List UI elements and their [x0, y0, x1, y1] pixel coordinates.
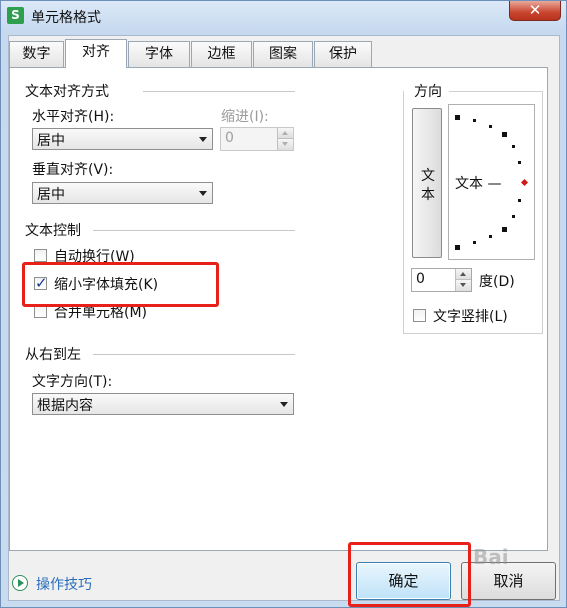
vertical-text-button[interactable]: 文 本: [412, 108, 442, 258]
group-divider: [93, 230, 295, 231]
wrap-text-checkbox[interactable]: [34, 249, 47, 262]
text-direction-label: 文字方向(T):: [32, 374, 113, 390]
dial-dot: [473, 119, 476, 122]
tab-alignment[interactable]: 对齐: [65, 39, 127, 68]
orientation-dial[interactable]: 文本 —: [448, 104, 535, 260]
title-bar[interactable]: S 单元格格式 ✕: [1, 1, 566, 31]
dial-dot: [489, 235, 492, 238]
text-control-group-title: 文本控制: [25, 223, 81, 239]
dialog-title: 单元格格式: [31, 10, 101, 26]
vertical-text-checkbox[interactable]: [413, 309, 426, 322]
dial-dot: [455, 115, 460, 120]
close-button[interactable]: ✕: [509, 1, 561, 21]
vertical-align-value: 居中: [37, 187, 65, 203]
dial-dot: [518, 161, 521, 164]
text-direction-select[interactable]: 根据内容: [32, 393, 294, 415]
dial-dot: [473, 241, 476, 244]
dial-dot: [512, 145, 515, 148]
play-icon: [12, 575, 28, 591]
dial-dot: [502, 227, 507, 232]
orientation-frame-top: [449, 91, 543, 92]
dial-dot: [502, 132, 507, 137]
tab-pattern[interactable]: 图案: [253, 41, 313, 67]
chevron-down-icon: [199, 191, 207, 196]
chevron-down-icon: [280, 402, 288, 407]
tab-protection[interactable]: 保护: [314, 41, 372, 67]
degree-value: 0: [416, 271, 425, 287]
right-to-left-group-title: 从右到左: [25, 347, 81, 363]
orientation-frame-bottom: [403, 333, 543, 334]
orientation-group-title: 方向: [412, 81, 444, 101]
orientation-frame-right: [542, 91, 543, 333]
tab-border[interactable]: 边框: [191, 41, 252, 67]
dial-dot: [512, 215, 515, 218]
group-divider: [93, 354, 295, 355]
vertical-text-char: 文: [421, 168, 435, 184]
horizontal-align-select[interactable]: 居中: [32, 128, 213, 150]
dial-dot: [455, 245, 460, 250]
text-direction-value: 根据内容: [37, 398, 93, 414]
horizontal-align-value: 居中: [37, 133, 65, 149]
stepper-up-icon[interactable]: [278, 128, 293, 139]
text-alignment-group-title: 文本对齐方式: [25, 84, 109, 100]
indent-value: 0: [225, 130, 234, 146]
horizontal-align-label: 水平对齐(H):: [32, 109, 115, 125]
highlight-box: [348, 542, 471, 607]
tab-font[interactable]: 字体: [128, 41, 190, 67]
dial-dot: [518, 199, 521, 202]
orientation-frame-left: [403, 91, 404, 333]
chevron-down-icon: [199, 137, 207, 142]
tips-link-text[interactable]: 操作技巧: [36, 574, 92, 594]
tab-number[interactable]: 数字: [9, 41, 64, 67]
dial-text: 文本 —: [455, 176, 502, 192]
vertical-align-label: 垂直对齐(V):: [32, 162, 114, 178]
watermark: Bai: [473, 545, 509, 569]
dial-dot: [489, 125, 492, 128]
dial-pointer-icon[interactable]: [520, 178, 529, 187]
dialog-window: S 单元格格式 ✕ 数字 对齐 字体 边框 图案 保护 文本对齐方式 水平对齐(…: [0, 0, 567, 608]
vertical-align-select[interactable]: 居中: [32, 182, 213, 204]
vertical-text-char: 本: [421, 187, 435, 203]
vertical-text-label[interactable]: 文字竖排(L): [433, 306, 508, 326]
stepper-up-icon[interactable]: [456, 269, 471, 280]
stepper-down-icon[interactable]: [278, 139, 293, 150]
degree-stepper-buttons: [455, 269, 471, 291]
stepper-down-icon[interactable]: [456, 280, 471, 291]
app-logo-icon: S: [7, 7, 24, 24]
highlight-box: [22, 262, 219, 307]
degree-label: 度(D): [479, 274, 515, 290]
close-icon: ✕: [528, 1, 542, 19]
group-divider: [143, 91, 295, 92]
degree-stepper[interactable]: 0: [411, 268, 472, 292]
indent-stepper[interactable]: 0: [220, 127, 294, 151]
indent-label: 缩进(I):: [221, 109, 269, 125]
indent-stepper-buttons: [277, 128, 293, 150]
